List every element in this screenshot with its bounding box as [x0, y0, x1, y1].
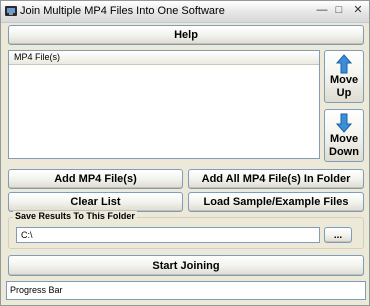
maximize-icon[interactable]: □	[332, 4, 346, 18]
output-folder-field[interactable]: C:\	[16, 227, 320, 243]
move-down-button[interactable]: Move Down	[324, 109, 364, 162]
move-up-label-2: Up	[336, 87, 352, 99]
move-up-label-1: Move	[329, 74, 359, 86]
app-window: Join Multiple MP4 Files Into One Softwar…	[0, 0, 370, 306]
help-button[interactable]: Help	[8, 25, 364, 45]
move-down-label-1: Move	[329, 133, 359, 145]
list-column-header[interactable]: MP4 File(s)	[9, 51, 319, 65]
start-joining-button[interactable]: Start Joining	[8, 255, 364, 276]
close-icon[interactable]: ✕	[351, 4, 365, 18]
save-folder-label: Save Results To This Folder	[13, 211, 137, 221]
clear-list-button[interactable]: Clear List	[8, 192, 183, 212]
mp4-file-list[interactable]: MP4 File(s)	[8, 50, 320, 159]
minimize-icon[interactable]: —	[315, 4, 329, 18]
app-icon	[5, 6, 17, 16]
add-mp4-files-button[interactable]: Add MP4 File(s)	[8, 169, 183, 189]
arrow-up-icon	[336, 54, 352, 74]
window-title: Join Multiple MP4 Files Into One Softwar…	[20, 5, 225, 17]
move-down-label-2: Down	[329, 146, 359, 158]
load-sample-button[interactable]: Load Sample/Example Files	[188, 192, 364, 212]
add-folder-button[interactable]: Add All MP4 File(s) In Folder	[188, 169, 364, 189]
title-bar[interactable]: Join Multiple MP4 Files Into One Softwar…	[1, 1, 369, 23]
arrow-down-icon	[336, 113, 352, 133]
browse-button[interactable]: ...	[324, 227, 352, 243]
move-up-button[interactable]: Move Up	[324, 50, 364, 103]
progress-bar: Progress Bar	[6, 281, 366, 300]
